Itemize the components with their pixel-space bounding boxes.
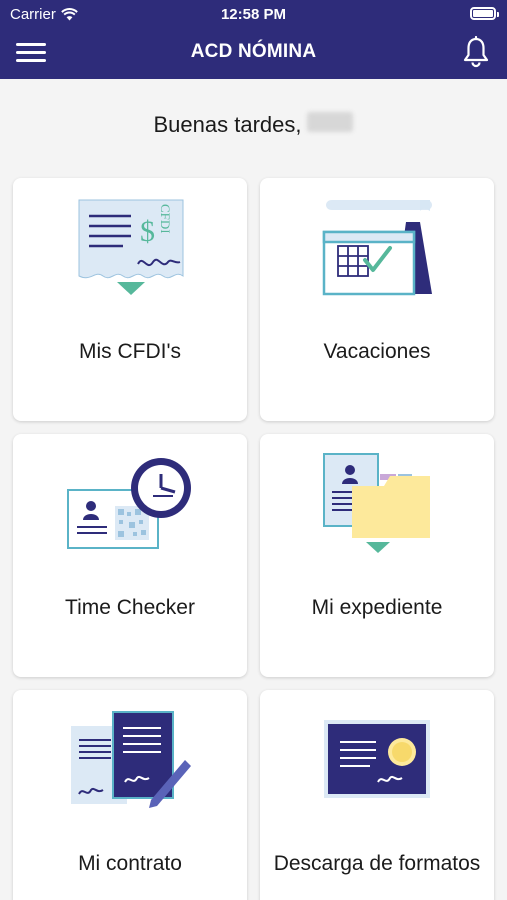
card-label: Vacaciones [323, 340, 431, 363]
bell-icon [463, 35, 489, 68]
card-label: Mis CFDI's [79, 340, 181, 363]
card-vacaciones[interactable]: Vacaciones [260, 178, 494, 421]
app-header: Carrier 12:58 PM ACD NÓMINA [0, 0, 507, 79]
card-label: Mi contrato [78, 852, 182, 875]
card-time-checker[interactable]: Time Checker [13, 434, 247, 677]
notifications-button[interactable] [461, 35, 491, 68]
cfdi-stamp-text: CFDI [158, 204, 173, 234]
user-name-redacted [307, 112, 354, 132]
id-card-clock-icon [67, 458, 191, 549]
card-mis-cfdis[interactable]: $ CFDI Mis CFDI's [13, 178, 247, 421]
currency-symbol: $ [140, 215, 155, 248]
receipt-cfdi-icon: $ CFDI [78, 199, 184, 295]
status-bar: Carrier 12:58 PM [0, 0, 507, 28]
contract-sign-icon [71, 711, 191, 808]
page-title: ACD NÓMINA [190, 41, 317, 62]
card-label: Descarga de formatos [273, 852, 481, 875]
greeting: Buenas tardes, [0, 112, 507, 138]
certificate-download-icon [324, 720, 430, 798]
greeting-text: Buenas tardes, [153, 112, 302, 137]
card-label: Mi expediente [311, 596, 443, 619]
folder-file-icon [323, 453, 430, 553]
calendar-check-icon [322, 200, 432, 296]
status-time: 12:58 PM [220, 6, 287, 23]
battery-icon [470, 7, 499, 20]
card-label: Time Checker [65, 596, 195, 619]
card-mi-expediente[interactable]: Mi expediente [260, 434, 494, 677]
card-mi-contrato[interactable]: Mi contrato [13, 690, 247, 900]
card-descarga-formatos[interactable]: Descarga de formatos [260, 690, 494, 900]
